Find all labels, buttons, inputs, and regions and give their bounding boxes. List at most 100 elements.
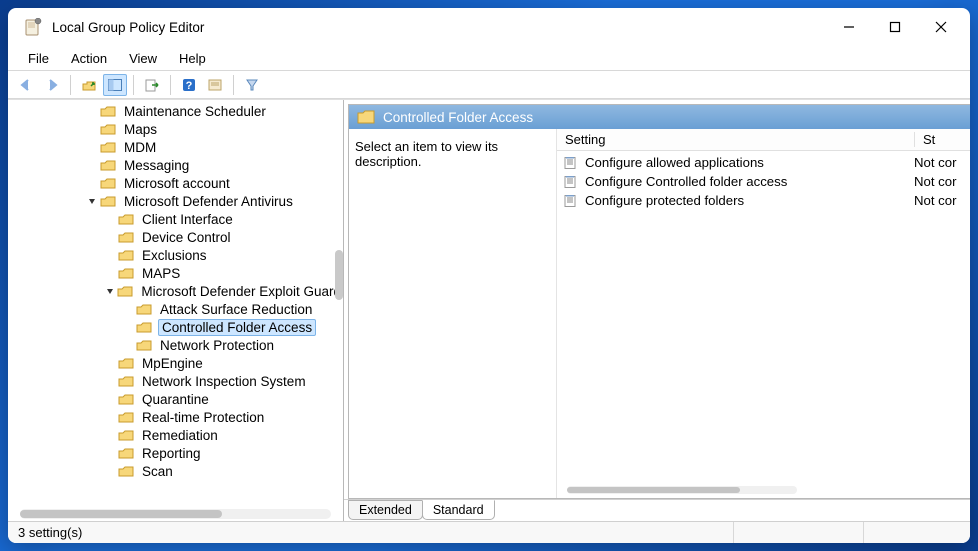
folder-icon <box>136 338 152 352</box>
tree-item[interactable]: Reporting <box>8 444 343 462</box>
tree-item-label: MpEngine <box>140 356 205 371</box>
detail-split: Select an item to view its description. … <box>349 129 970 498</box>
setting-row[interactable]: Configure Controlled folder accessNot co… <box>557 172 970 191</box>
folder-icon <box>118 266 134 280</box>
tree-horizontal-scrollbar[interactable] <box>20 509 331 519</box>
folder-icon <box>118 446 134 460</box>
tab-standard[interactable]: Standard <box>422 500 495 520</box>
up-button[interactable] <box>77 74 101 96</box>
tree-item[interactable]: Network Inspection System <box>8 372 343 390</box>
setting-state: Not cor <box>914 174 970 189</box>
folder-icon <box>136 320 152 334</box>
tree-item[interactable]: Microsoft Defender Exploit Guard <box>8 282 343 300</box>
chevron-down-icon[interactable] <box>104 286 115 296</box>
menu-view[interactable]: View <box>119 49 167 68</box>
tree-item[interactable]: Scan <box>8 462 343 480</box>
tree-item-label: Exclusions <box>140 248 209 263</box>
tree-item[interactable]: Microsoft Defender Antivirus <box>8 192 343 210</box>
tree-scroll[interactable]: Maintenance SchedulerMapsMDMMessagingMic… <box>8 100 343 505</box>
tree-item-label: Controlled Folder Access <box>158 319 316 336</box>
tree-item[interactable]: MAPS <box>8 264 343 282</box>
setting-name: Configure protected folders <box>585 193 914 208</box>
properties-button[interactable] <box>203 74 227 96</box>
toolbar-separator <box>170 75 171 95</box>
tab-strip: Extended Standard <box>344 499 970 521</box>
detail-header: Controlled Folder Access <box>349 105 970 129</box>
folder-icon <box>118 212 134 226</box>
tree-item[interactable]: Microsoft account <box>8 174 343 192</box>
show-hide-tree-button[interactable] <box>103 74 127 96</box>
tree-item-label: MDM <box>122 140 158 155</box>
tree-item[interactable]: Attack Surface Reduction <box>8 300 343 318</box>
folder-icon <box>117 284 133 298</box>
tree-item-label: Reporting <box>140 446 203 461</box>
tree-item-label: Network Protection <box>158 338 276 353</box>
tree-vertical-scrollbar[interactable] <box>335 250 343 300</box>
minimize-button[interactable] <box>826 11 872 43</box>
folder-icon <box>118 410 134 424</box>
folder-icon <box>118 248 134 262</box>
tree-item[interactable]: Messaging <box>8 156 343 174</box>
folder-icon <box>118 392 134 406</box>
tree-item[interactable]: Quarantine <box>8 390 343 408</box>
tree-pane: Maintenance SchedulerMapsMDMMessagingMic… <box>8 100 344 521</box>
menu-help[interactable]: Help <box>169 49 216 68</box>
tree-item-label: Network Inspection System <box>140 374 308 389</box>
tree-item[interactable]: Exclusions <box>8 246 343 264</box>
statusbar: 3 setting(s) <box>8 521 970 543</box>
filter-button[interactable] <box>240 74 264 96</box>
folder-icon <box>118 230 134 244</box>
tree-item-label: Maintenance Scheduler <box>122 104 268 119</box>
close-button[interactable] <box>918 11 964 43</box>
setting-state: Not cor <box>914 155 970 170</box>
setting-name: Configure Controlled folder access <box>585 174 914 189</box>
tree-item-label: Scan <box>140 464 175 479</box>
tree-item-label: Quarantine <box>140 392 211 407</box>
menu-action[interactable]: Action <box>61 49 117 68</box>
tree-item[interactable]: Real-time Protection <box>8 408 343 426</box>
tree-item-label: Remediation <box>140 428 220 443</box>
tab-extended[interactable]: Extended <box>348 500 423 520</box>
setting-row[interactable]: Configure protected foldersNot cor <box>557 191 970 210</box>
folder-icon <box>118 464 134 478</box>
tree-item-label: Real-time Protection <box>140 410 266 425</box>
folder-icon <box>118 374 134 388</box>
setting-row[interactable]: Configure allowed applicationsNot cor <box>557 153 970 172</box>
maximize-button[interactable] <box>872 11 918 43</box>
detail-body: Controlled Folder Access Select an item … <box>348 104 970 499</box>
tree-item[interactable]: Client Interface <box>8 210 343 228</box>
svg-text:?: ? <box>186 80 193 92</box>
window-title: Local Group Policy Editor <box>52 20 204 35</box>
tree-item[interactable]: MDM <box>8 138 343 156</box>
menu-file[interactable]: File <box>18 49 59 68</box>
forward-button[interactable] <box>40 74 64 96</box>
tree-item[interactable]: Device Control <box>8 228 343 246</box>
titlebar[interactable]: Local Group Policy Editor <box>8 8 970 46</box>
tree-item[interactable]: Network Protection <box>8 336 343 354</box>
folder-icon <box>357 109 375 125</box>
setting-state: Not cor <box>914 193 970 208</box>
tree-item-label: Microsoft Defender Antivirus <box>122 194 295 209</box>
chevron-down-icon[interactable] <box>86 196 98 206</box>
app-icon <box>24 18 42 36</box>
column-state[interactable]: St <box>914 132 970 147</box>
toolbar-separator <box>70 75 71 95</box>
detail-header-title: Controlled Folder Access <box>383 110 533 125</box>
tree-item[interactable]: Remediation <box>8 426 343 444</box>
help-button[interactable]: ? <box>177 74 201 96</box>
column-setting[interactable]: Setting <box>557 132 914 147</box>
settings-horizontal-scrollbar[interactable] <box>567 486 797 494</box>
folder-icon <box>100 122 116 136</box>
export-button[interactable] <box>140 74 164 96</box>
tree-item[interactable]: Maintenance Scheduler <box>8 102 343 120</box>
status-seg2 <box>734 522 864 543</box>
tree-item[interactable]: Controlled Folder Access <box>8 318 343 336</box>
back-button[interactable] <box>14 74 38 96</box>
folder-icon <box>118 428 134 442</box>
tree-item[interactable]: MpEngine <box>8 354 343 372</box>
status-seg3 <box>864 522 964 543</box>
tree-item-label: Client Interface <box>140 212 235 227</box>
folder-icon <box>100 176 116 190</box>
status-count: 3 setting(s) <box>14 522 734 543</box>
tree-item[interactable]: Maps <box>8 120 343 138</box>
